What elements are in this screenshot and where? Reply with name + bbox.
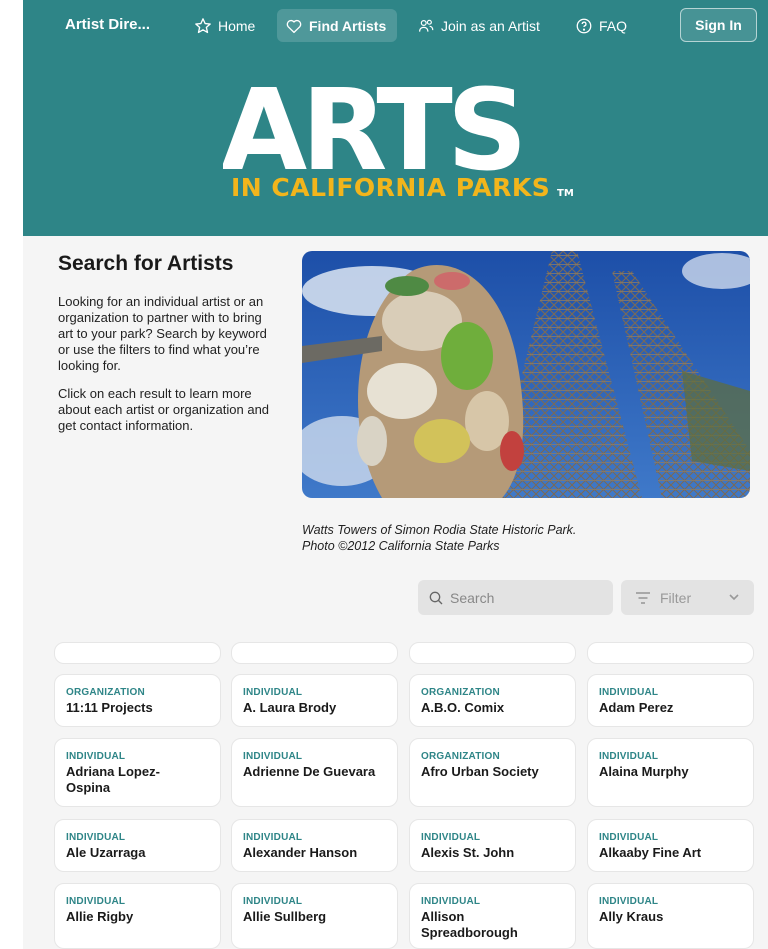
result-name: Adrienne De Guevara — [243, 764, 376, 779]
result-type: INDIVIDUAL — [599, 751, 659, 762]
intro-paragraph: Looking for an individual artist or an o… — [58, 294, 267, 373]
result-name: 11:11 Projects — [66, 700, 153, 715]
result-type: INDIVIDUAL — [599, 687, 659, 698]
result-card[interactable]: INDIVIDUAL Allie Rigby — [54, 883, 221, 949]
result-type: ORGANIZATION — [66, 687, 145, 698]
result-type: ORGANIZATION — [421, 687, 500, 698]
nav-join-artist-label: Join as an Artist — [441, 17, 540, 34]
result-type: INDIVIDUAL — [421, 832, 481, 843]
search-box[interactable] — [418, 580, 613, 615]
arts-in-california-parks-logo: ARTS IN CALIFORNIA PARKS TM — [223, 66, 574, 202]
result-name: A. Laura Brody — [243, 700, 337, 715]
sign-in-button[interactable]: Sign In — [680, 8, 757, 42]
result-name: Adam Perez — [599, 700, 674, 715]
result-name: Allison Spreadborough — [421, 909, 518, 940]
result-type: INDIVIDUAL — [243, 687, 303, 698]
nav-faq[interactable]: FAQ — [567, 9, 635, 42]
result-card[interactable]: INDIVIDUAL Alaina Murphy — [587, 738, 754, 807]
result-card[interactable]: INDIVIDUAL Allison Spreadborough — [409, 883, 576, 949]
top-nav: Artist Dire... Home Find Artists Join as… — [23, 0, 768, 52]
caption-line-1: Watts Towers of Simon Rodia State Histor… — [302, 523, 577, 537]
photo-caption: Watts Towers of Simon Rodia State Histor… — [302, 522, 576, 554]
result-name: Alkaaby Fine Art — [599, 845, 702, 860]
result-type: INDIVIDUAL — [66, 896, 126, 907]
photo-illustration — [302, 251, 750, 498]
filter-label: Filter — [660, 589, 692, 606]
logo-tm-text: TM — [557, 188, 574, 199]
result-type: INDIVIDUAL — [599, 896, 659, 907]
nav-home-label: Home — [218, 17, 256, 34]
search-input[interactable] — [450, 589, 600, 606]
result-name: Alexander Hanson — [243, 845, 358, 860]
placeholder-card — [54, 642, 221, 664]
page-title: Search for Artists — [58, 252, 234, 275]
filter-icon — [636, 591, 650, 604]
placeholder-card — [409, 642, 576, 664]
result-card[interactable]: INDIVIDUAL Ally Kraus — [587, 883, 754, 949]
watts-towers-photo — [302, 251, 750, 498]
result-card[interactable]: ORGANIZATION 11:11 Projects — [54, 674, 221, 727]
result-name: Alaina Murphy — [599, 764, 689, 779]
result-card[interactable]: INDIVIDUAL Allie Sullberg — [231, 883, 398, 949]
result-card[interactable]: INDIVIDUAL Alexis St. John — [409, 819, 576, 872]
result-card[interactable]: INDIVIDUAL A. Laura Brody — [231, 674, 398, 727]
result-type: INDIVIDUAL — [243, 751, 303, 762]
app-frame: Artist Dire... Home Find Artists Join as… — [23, 0, 768, 949]
result-card[interactable]: INDIVIDUAL Adrienne De Guevara — [231, 738, 398, 807]
nav-home[interactable]: Home — [186, 9, 263, 42]
help-circle-icon — [576, 18, 592, 33]
result-name: Alexis St. John — [421, 845, 515, 860]
result-name: Ally Kraus — [599, 909, 664, 924]
result-name: Ale Uzarraga — [66, 845, 146, 860]
result-type: INDIVIDUAL — [243, 832, 303, 843]
nav-faq-label: FAQ — [599, 17, 628, 34]
result-type: INDIVIDUAL — [599, 832, 659, 843]
result-type: INDIVIDUAL — [243, 896, 303, 907]
brand-title[interactable]: Artist Dire... — [65, 16, 150, 33]
nav-find-artists-label: Find Artists — [309, 17, 387, 34]
result-name: Adriana Lopez-Ospina — [66, 764, 160, 795]
result-name: Allie Rigby — [66, 909, 134, 924]
nav-join-artist[interactable]: Join as an Artist — [409, 9, 548, 42]
result-card[interactable]: INDIVIDUAL Alexander Hanson — [231, 819, 398, 872]
result-type: ORGANIZATION — [421, 751, 500, 762]
chevron-down-icon — [729, 594, 739, 601]
result-card[interactable]: ORGANIZATION A.B.O. Comix — [409, 674, 576, 727]
result-name: Afro Urban Society — [421, 764, 539, 779]
heart-icon — [286, 19, 302, 33]
result-type: INDIVIDUAL — [66, 751, 126, 762]
result-card[interactable]: INDIVIDUAL Adriana Lopez-Ospina — [54, 738, 221, 807]
result-card[interactable]: INDIVIDUAL Ale Uzarraga — [54, 819, 221, 872]
star-icon — [195, 17, 211, 33]
result-type: INDIVIDUAL — [421, 896, 481, 907]
result-name: A.B.O. Comix — [421, 700, 505, 715]
result-type: INDIVIDUAL — [66, 832, 126, 843]
result-card[interactable]: ORGANIZATION Afro Urban Society — [409, 738, 576, 807]
intro-instructions: Click on each result to learn more about… — [58, 386, 270, 433]
result-card[interactable]: INDIVIDUAL Alkaaby Fine Art — [587, 819, 754, 872]
result-name: Allie Sullberg — [243, 909, 327, 924]
filter-dropdown[interactable]: Filter — [621, 580, 754, 615]
logo-sub-text: IN CALIFORNIA PARKS — [231, 173, 550, 202]
nav-find-artists[interactable]: Find Artists — [277, 9, 397, 42]
placeholder-card — [587, 642, 754, 664]
hero-banner: Artist Dire... Home Find Artists Join as… — [23, 0, 768, 236]
users-icon — [419, 19, 434, 32]
result-card[interactable]: INDIVIDUAL Adam Perez — [587, 674, 754, 727]
search-icon — [429, 591, 443, 604]
placeholder-card — [231, 642, 398, 664]
caption-line-2: Photo ©2012 California State Parks — [302, 539, 500, 553]
